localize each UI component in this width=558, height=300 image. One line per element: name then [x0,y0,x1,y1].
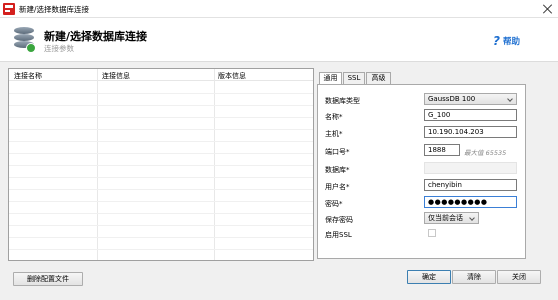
password-label: 密码* [325,200,343,208]
app-icon [3,3,15,15]
name-input[interactable]: G_100 [424,109,517,121]
port-input[interactable]: 1888 [424,144,460,156]
username-label: 用户名* [325,183,350,191]
row-divider [9,117,313,118]
connection-list-header: 连接名称 连接信息 版本信息 [9,69,313,81]
enable-ssl-label: 启用SSL [325,231,352,239]
help-label: 帮助 [502,37,520,47]
delete-profile-button[interactable]: 删除配置文件 [13,272,83,286]
database-input[interactable] [424,162,517,174]
row-divider [9,105,313,106]
tab-advanced[interactable]: 高级 [366,72,391,84]
database-icon [14,27,36,53]
row-divider [9,93,313,94]
db-type-label: 数据库类型 [325,97,360,105]
row-divider [9,189,313,190]
help-link[interactable]: ? 帮助 [493,34,520,48]
row-divider [9,165,313,166]
save-password-label: 保存密码 [325,216,353,224]
row-divider [9,225,313,226]
row-divider [9,249,313,250]
chevron-down-icon [507,96,513,102]
host-input[interactable]: 10.190.104.203 [424,126,517,138]
connection-list[interactable]: 连接名称 连接信息 版本信息 [8,68,314,261]
name-label: 名称* [325,113,343,121]
ok-button[interactable]: 确定 [407,270,451,284]
column-header-connection-info[interactable]: 连接信息 [102,71,130,81]
port-hint: 最大值 65535 [464,149,507,157]
password-input[interactable]: ●●●●●●●●● [424,196,517,208]
save-password-select[interactable]: 仅当前会话 [424,212,479,224]
dialog-heading: 新建/选择数据库连接 [44,30,148,43]
close-button[interactable]: 关闭 [497,270,541,284]
row-divider [9,153,313,154]
username-input[interactable]: chenyibin [424,179,517,191]
window-title: 新建/选择数据库连接 [19,5,90,14]
row-divider [9,237,313,238]
dialog-header: 新建/选择数据库连接 连接参数 ? 帮助 [0,19,558,61]
enable-ssl-checkbox[interactable] [428,229,436,237]
chevron-down-icon [469,215,475,221]
row-divider [9,141,313,142]
close-window-icon[interactable] [542,3,554,15]
database-label: 数据库* [325,166,350,174]
db-type-value: GaussDB 100 [428,95,476,103]
port-label: 端口号* [325,148,350,156]
column-header-version-info[interactable]: 版本信息 [218,71,246,81]
title-bar: 新建/选择数据库连接 [0,0,558,18]
dialog-subheading: 连接参数 [44,44,74,53]
clear-button[interactable]: 清除 [452,270,496,284]
tab-ssl[interactable]: SSL [343,72,365,84]
host-label: 主机* [325,130,343,138]
row-divider [9,177,313,178]
row-divider [9,213,313,214]
column-header-connection-name[interactable]: 连接名称 [14,71,42,81]
db-type-select[interactable]: GaussDB 100 [424,93,517,105]
help-icon: ? [493,34,500,48]
row-divider [9,129,313,130]
save-password-value: 仅当前会话 [428,214,463,222]
row-divider [9,201,313,202]
